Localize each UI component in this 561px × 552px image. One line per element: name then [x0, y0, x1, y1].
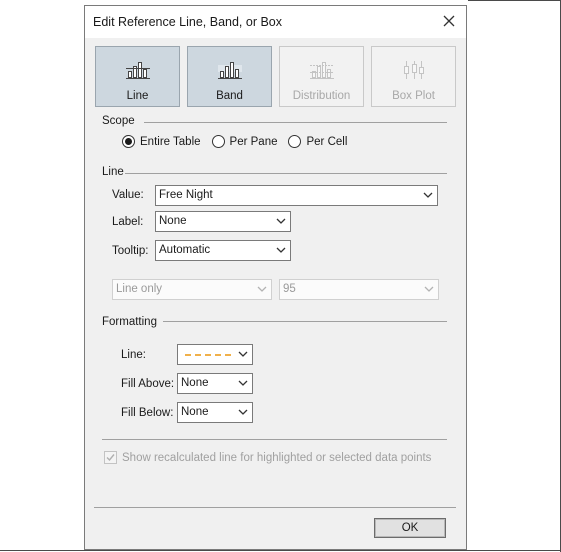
scope-per-cell-option[interactable]: Per Cell — [288, 135, 347, 148]
fill-above-dropdown[interactable]: None — [177, 373, 253, 394]
formatting-divider — [163, 321, 447, 322]
scope-heading: Scope — [102, 115, 135, 127]
line-display-dropdown[interactable]: Line only — [112, 279, 272, 300]
recalc-label: Show recalculated line for highlighted o… — [122, 451, 432, 464]
tooltip-dropdown[interactable]: Automatic — [155, 240, 291, 261]
recalc-checkbox[interactable] — [104, 451, 117, 464]
line-type-button[interactable]: Line — [95, 46, 180, 107]
recalc-divider — [102, 439, 447, 440]
tooltip-field-label: Tooltip: — [112, 245, 149, 257]
radio-button-checked[interactable] — [122, 135, 135, 148]
line-divider — [125, 173, 447, 174]
chevron-down-icon — [257, 286, 267, 292]
box-plot-icon — [404, 61, 424, 79]
band-type-label: Band — [216, 90, 243, 102]
fill-below-label: Fill Below: — [121, 407, 174, 419]
radio-button[interactable] — [211, 135, 225, 148]
per-cell-label: Per Cell — [306, 135, 348, 148]
distribution-chart-icon — [310, 62, 334, 79]
chevron-down-icon — [424, 286, 434, 292]
line-style-dropdown[interactable] — [177, 344, 253, 365]
chevron-down-icon — [423, 192, 433, 198]
dialog-title: Edit Reference Line, Band, or Box — [93, 15, 283, 29]
line-format-label: Line: — [121, 349, 146, 361]
chevron-down-icon — [238, 380, 248, 386]
per-pane-label: Per Pane — [229, 135, 278, 148]
label-dropdown-text: None — [159, 215, 187, 227]
dashed-line-swatch — [185, 354, 231, 356]
box-plot-type-label: Box Plot — [392, 90, 435, 102]
box-plot-type-button[interactable]: Box Plot — [371, 46, 456, 107]
scope-divider — [144, 122, 447, 123]
chevron-down-icon — [276, 247, 286, 253]
background-window-edge — [0, 550, 561, 551]
fill-below-dropdown[interactable]: None — [177, 402, 253, 423]
radio-button[interactable] — [288, 135, 302, 148]
checkmark-icon — [106, 454, 115, 462]
band-type-button[interactable]: Band — [187, 46, 272, 107]
label-dropdown[interactable]: None — [155, 211, 291, 232]
tooltip-dropdown-text: Automatic — [159, 244, 211, 256]
distribution-type-button[interactable]: Distribution — [279, 46, 364, 107]
confidence-text: 95 — [283, 283, 296, 295]
edit-reference-line-dialog: Edit Reference Line, Band, or Box Line B… — [84, 5, 467, 550]
value-dropdown[interactable]: Free Night — [155, 185, 438, 206]
label-field-label: Label: — [112, 216, 144, 228]
entire-table-label: Entire Table — [140, 135, 201, 148]
scope-entire-table-option[interactable]: Entire Table — [122, 135, 201, 148]
close-icon — [443, 15, 455, 27]
fill-below-text: None — [181, 406, 209, 418]
close-button[interactable] — [438, 12, 460, 32]
background-window-edge — [468, 0, 561, 1]
distribution-type-label: Distribution — [292, 90, 351, 102]
value-field-label: Value: — [112, 189, 144, 201]
recalc-checkbox-row[interactable]: Show recalculated line for highlighted o… — [104, 451, 431, 464]
title-bar: Edit Reference Line, Band, or Box — [85, 6, 466, 38]
line-display-text: Line only — [116, 283, 163, 295]
fill-above-text: None — [181, 377, 209, 389]
scope-radio-group: Entire Table Per Pane Per Cell — [122, 135, 358, 148]
confidence-dropdown[interactable]: 95 — [279, 279, 439, 300]
chevron-down-icon — [276, 218, 286, 224]
fill-above-label: Fill Above: — [121, 378, 175, 390]
line-heading: Line — [102, 166, 124, 178]
chevron-down-icon — [238, 351, 248, 357]
scope-per-pane-option[interactable]: Per Pane — [211, 135, 278, 148]
ok-button[interactable]: OK — [374, 518, 446, 538]
formatting-heading: Formatting — [102, 316, 157, 328]
footer-divider — [94, 507, 456, 508]
chevron-down-icon — [238, 409, 248, 415]
line-type-label: Line — [126, 90, 149, 102]
band-chart-icon — [218, 62, 242, 79]
value-dropdown-text: Free Night — [159, 189, 213, 201]
line-chart-icon — [126, 62, 150, 79]
